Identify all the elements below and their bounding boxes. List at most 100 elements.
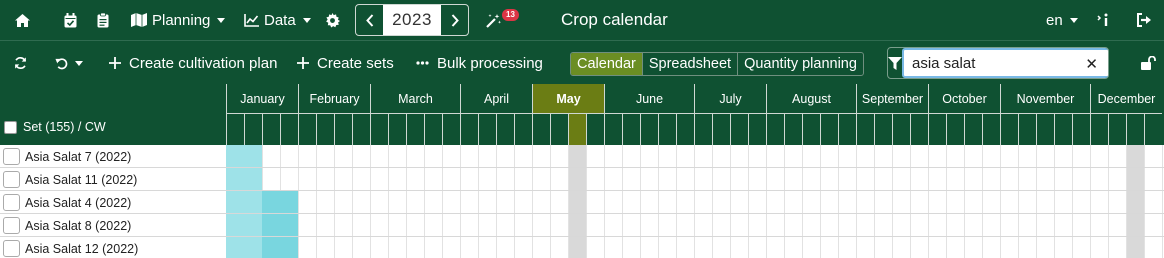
- week-header-cell[interactable]: [334, 114, 352, 145]
- refresh-icon[interactable]: [14, 41, 27, 85]
- magic-wand-icon[interactable]: [486, 0, 502, 40]
- undo-icon: [55, 57, 68, 69]
- week-header-cell[interactable]: [712, 114, 730, 145]
- week-header-cell[interactable]: [352, 114, 370, 145]
- week-header-cell[interactable]: [1144, 114, 1162, 145]
- tab-spreadsheet[interactable]: Spreadsheet: [641, 53, 737, 75]
- gear-icon[interactable]: [325, 0, 340, 40]
- cultivation-bar[interactable]: [226, 145, 262, 167]
- week-header-cell[interactable]: [478, 114, 496, 145]
- week-header-cell[interactable]: [820, 114, 838, 145]
- week-header-cell[interactable]: [586, 114, 604, 145]
- week-header-cell[interactable]: [550, 114, 568, 145]
- unlock-icon[interactable]: [1141, 41, 1156, 85]
- week-header-cell[interactable]: [892, 114, 910, 145]
- create-sets-button[interactable]: Create sets: [297, 41, 394, 85]
- week-header-cell[interactable]: [910, 114, 928, 145]
- table-row[interactable]: Asia Salat 4 (2022): [0, 191, 1164, 214]
- set-name: Asia Salat 4 (2022): [25, 195, 132, 210]
- week-header-cell[interactable]: [280, 114, 298, 145]
- week-header-cell[interactable]: [1126, 114, 1144, 145]
- cultivation-bar[interactable]: [226, 168, 262, 190]
- language-menu[interactable]: en: [1046, 0, 1078, 40]
- week-header-cell[interactable]: [460, 114, 478, 145]
- week-header-cell[interactable]: [1054, 114, 1072, 145]
- row-checkbox[interactable]: [3, 217, 20, 234]
- set-name-cell: Asia Salat 12 (2022): [0, 237, 226, 258]
- select-all-checkbox[interactable]: [4, 120, 17, 134]
- week-header-cell[interactable]: [802, 114, 820, 145]
- cultivation-bar[interactable]: [226, 214, 262, 236]
- row-checkbox[interactable]: [3, 171, 20, 188]
- week-header-cell[interactable]: [640, 114, 658, 145]
- language-label: en: [1046, 11, 1063, 29]
- week-header-cell[interactable]: [730, 114, 748, 145]
- info-icon[interactable]: [1097, 0, 1111, 40]
- week-header-cell[interactable]: [532, 114, 550, 145]
- week-header-cell[interactable]: [1018, 114, 1036, 145]
- week-header-cell[interactable]: [946, 114, 964, 145]
- week-header-cell[interactable]: [568, 114, 586, 145]
- cultivation-bar[interactable]: [262, 191, 298, 213]
- cultivation-bar[interactable]: [226, 237, 262, 258]
- week-header-cell[interactable]: [388, 114, 406, 145]
- prev-year-button[interactable]: [356, 5, 383, 35]
- planning-menu[interactable]: Planning: [131, 0, 226, 40]
- week-header-cell[interactable]: [784, 114, 802, 145]
- week-header-cell[interactable]: [514, 114, 532, 145]
- search-input[interactable]: [902, 48, 1108, 78]
- home-icon[interactable]: [14, 0, 31, 40]
- week-header-cell[interactable]: [298, 114, 316, 145]
- table-row[interactable]: Asia Salat 8 (2022): [0, 214, 1164, 237]
- year-value[interactable]: 2023: [383, 5, 441, 35]
- week-header-cell[interactable]: [874, 114, 892, 145]
- table-row[interactable]: Asia Salat 12 (2022): [0, 237, 1164, 258]
- logout-icon[interactable]: [1136, 0, 1152, 40]
- week-header-cell[interactable]: [406, 114, 424, 145]
- week-header-cell[interactable]: [622, 114, 640, 145]
- week-header-cell[interactable]: [442, 114, 460, 145]
- week-header-cell[interactable]: [604, 114, 622, 145]
- undo-menu[interactable]: [55, 41, 83, 85]
- week-header-cell[interactable]: [262, 114, 280, 145]
- row-checkbox[interactable]: [3, 240, 20, 257]
- cultivation-bar[interactable]: [262, 214, 298, 236]
- clear-search-icon[interactable]: ✕: [1085, 48, 1098, 78]
- week-header-cell[interactable]: [244, 114, 262, 145]
- week-header-cell[interactable]: [658, 114, 676, 145]
- week-header-cell[interactable]: [982, 114, 1000, 145]
- week-header-cell[interactable]: [856, 114, 874, 145]
- week-header-cell[interactable]: [1090, 114, 1108, 145]
- data-menu[interactable]: Data: [244, 0, 311, 40]
- calendar-check-icon[interactable]: [64, 0, 77, 40]
- week-header-cell[interactable]: [1000, 114, 1018, 145]
- week-header-cell[interactable]: [370, 114, 388, 145]
- cultivation-bar[interactable]: [226, 191, 262, 213]
- table-row[interactable]: Asia Salat 7 (2022): [0, 145, 1164, 168]
- week-header-cell[interactable]: [964, 114, 982, 145]
- week-header-cell[interactable]: [748, 114, 766, 145]
- week-header-cell[interactable]: [1108, 114, 1126, 145]
- table-row[interactable]: Asia Salat 11 (2022): [0, 168, 1164, 191]
- week-header-cell[interactable]: [424, 114, 442, 145]
- cultivation-bar[interactable]: [262, 237, 298, 258]
- week-header-cell[interactable]: [496, 114, 514, 145]
- week-header-cell[interactable]: [766, 114, 784, 145]
- row-checkbox[interactable]: [3, 148, 20, 165]
- tab-quantity-planning[interactable]: Quantity planning: [737, 53, 863, 75]
- week-header-cell[interactable]: [1036, 114, 1054, 145]
- next-year-button[interactable]: [441, 5, 468, 35]
- week-header-cell[interactable]: [316, 114, 334, 145]
- week-header-cell[interactable]: [694, 114, 712, 145]
- week-header-cell[interactable]: [838, 114, 856, 145]
- row-checkbox[interactable]: [3, 194, 20, 211]
- clipboard-icon[interactable]: [97, 0, 109, 40]
- week-header-cell[interactable]: [226, 114, 244, 145]
- bulk-processing-button[interactable]: Bulk processing: [416, 41, 543, 85]
- week-header-cell[interactable]: [676, 114, 694, 145]
- week-header-cell[interactable]: [928, 114, 946, 145]
- week-header-cell[interactable]: [1072, 114, 1090, 145]
- filter-icon[interactable]: [888, 48, 902, 78]
- create-cultivation-plan-button[interactable]: Create cultivation plan: [109, 41, 277, 85]
- tab-calendar[interactable]: Calendar: [571, 53, 642, 75]
